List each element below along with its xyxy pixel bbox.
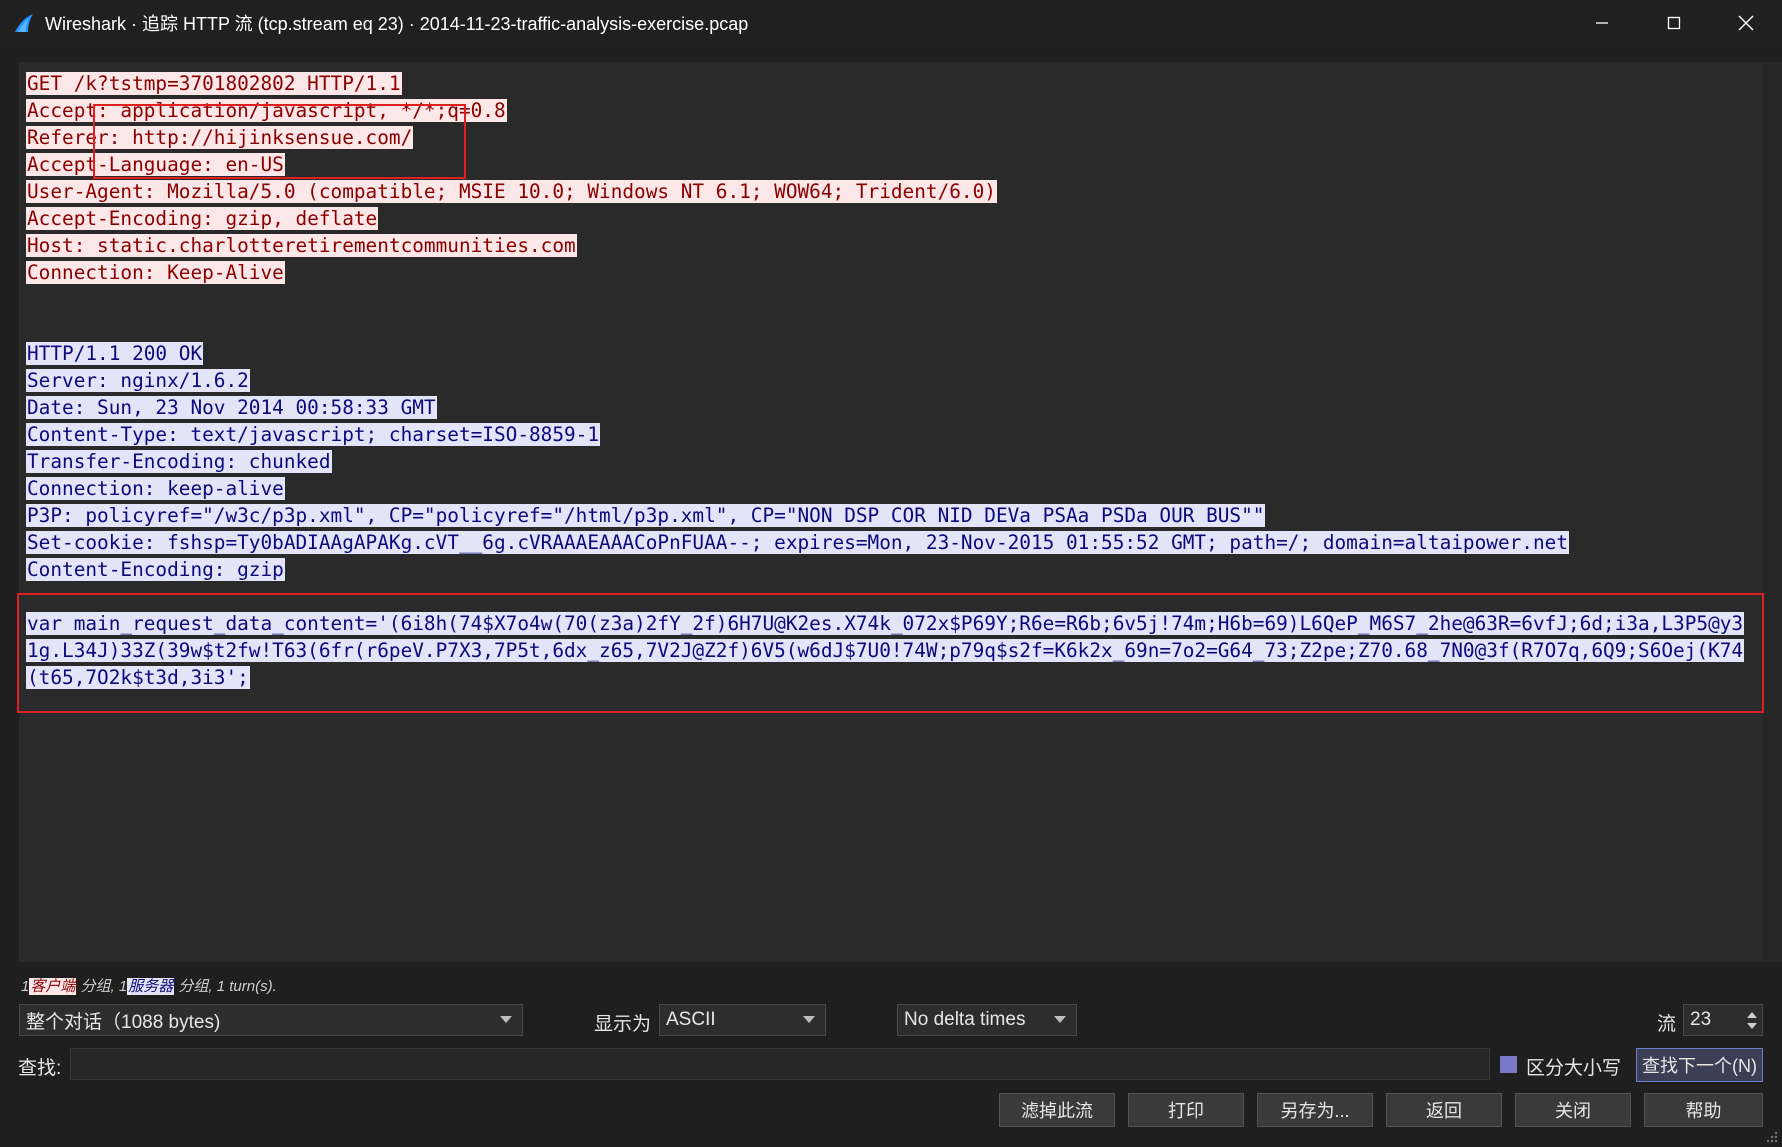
filter-out-stream-button[interactable]: 滤掉此流: [999, 1093, 1115, 1127]
find-label: 查找:: [18, 1058, 62, 1079]
back-button[interactable]: 返回: [1386, 1093, 1502, 1127]
case-sensitive-checkbox[interactable]: [1500, 1056, 1517, 1073]
help-button[interactable]: 帮助: [1644, 1093, 1763, 1127]
delta-times-select[interactable]: No delta times: [897, 1004, 1077, 1036]
close-button[interactable]: 关闭: [1515, 1093, 1631, 1127]
maximize-icon: [1667, 16, 1681, 29]
response-line: P3P: policyref="/w3c/p3p.xml", CP="polic…: [26, 504, 1266, 527]
server-tag: 服务器: [127, 978, 175, 995]
response-line: Connection: keep-alive: [26, 477, 285, 500]
chevron-down-icon: [803, 1016, 815, 1023]
request-line: Accept-Encoding: gzip, deflate: [26, 207, 379, 230]
wireshark-fin-icon: [15, 13, 33, 32]
client-tag: 客户端: [29, 978, 77, 995]
window-title: Wireshark · 追踪 HTTP 流 (tcp.stream eq 23)…: [45, 13, 749, 34]
request-line: Connection: Keep-Alive: [26, 261, 285, 284]
stream-label: 流: [1657, 1014, 1677, 1035]
annotation-box-referer: [93, 104, 466, 179]
spin-up-icon[interactable]: [1747, 1012, 1757, 1018]
request-line: User-Agent: Mozilla/5.0 (compatible; MSI…: [26, 180, 997, 203]
response-line: HTTP/1.1 200 OK: [26, 342, 204, 365]
response-line: Content-Type: text/javascript; charset=I…: [26, 423, 601, 446]
response-line: Server: nginx/1.6.2: [26, 369, 250, 392]
response-line: Transfer-Encoding: chunked: [26, 450, 332, 473]
response-line: Set-cookie: fshsp=Ty0bADIAAgAPAKg.cVT__6…: [26, 531, 1569, 554]
response-line: Date: Sun, 23 Nov 2014 00:58:33 GMT: [26, 396, 437, 419]
stream-content-pane[interactable]: GET /k?tstmp=3701802802 HTTP/1.1 Accept:…: [19, 62, 1763, 962]
close-icon: [1738, 15, 1754, 30]
vertical-scrollbar[interactable]: [1763, 62, 1782, 962]
conversation-select[interactable]: 整个对话（1088 bytes): [19, 1004, 523, 1036]
minimize-button[interactable]: [1566, 0, 1638, 45]
save-as-button[interactable]: 另存为...: [1257, 1093, 1373, 1127]
request-line: GET /k?tstmp=3701802802 HTTP/1.1: [26, 72, 402, 95]
case-sensitive-label: 区分大小写: [1526, 1058, 1622, 1079]
maximize-button[interactable]: [1638, 0, 1710, 45]
annotation-box-body: [17, 593, 1764, 713]
resize-grip-icon[interactable]: [1764, 1129, 1778, 1143]
response-line: Content-Encoding: gzip: [26, 558, 285, 581]
stream-number-spinbox[interactable]: 23: [1683, 1004, 1763, 1036]
print-button[interactable]: 打印: [1128, 1093, 1244, 1127]
show-as-select[interactable]: ASCII: [659, 1004, 826, 1036]
spin-down-icon[interactable]: [1747, 1023, 1757, 1029]
find-next-button[interactable]: 查找下一个(N): [1636, 1048, 1763, 1082]
find-input[interactable]: [70, 1048, 1490, 1080]
close-window-button[interactable]: [1710, 0, 1782, 45]
minimize-icon: [1596, 21, 1608, 24]
packet-summary: 1客户端 分组, 1服务器 分组, 1 turn(s).: [21, 978, 277, 995]
request-line: Host: static.charlotteretirementcommunit…: [26, 234, 577, 257]
title-bar: Wireshark · 追踪 HTTP 流 (tcp.stream eq 23)…: [0, 0, 1782, 45]
chevron-down-icon: [1054, 1016, 1066, 1023]
show-as-label: 显示为: [594, 1014, 652, 1035]
chevron-down-icon: [500, 1016, 512, 1023]
